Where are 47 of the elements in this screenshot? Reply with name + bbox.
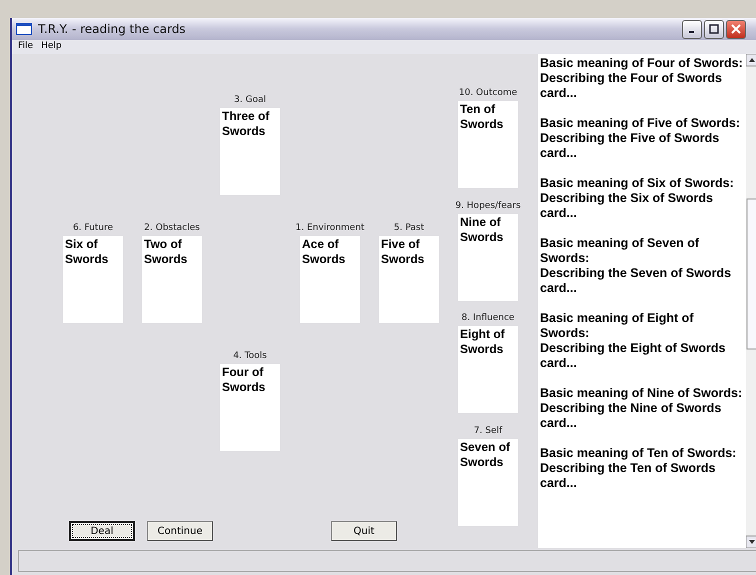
minimize-button[interactable] — [682, 20, 702, 38]
tarot-card: Five of Swords — [379, 236, 439, 323]
meaning-heading: Basic meaning of Five of Swords: — [540, 116, 742, 131]
menu-item[interactable]: Help — [39, 41, 64, 54]
tarot-card: Two of Swords — [142, 236, 202, 323]
position-label: 5. Past — [394, 223, 424, 233]
position-label: 3. Goal — [234, 95, 266, 105]
close-button[interactable] — [726, 20, 746, 38]
tarot-card: Six of Swords — [63, 236, 123, 323]
meaning-text: Describing the Eight of Swords card... — [540, 341, 726, 371]
meaning-text: Describing the Ten of Swords card... — [540, 461, 716, 491]
position-label: 1. Environment — [296, 223, 364, 233]
deal-button[interactable]: Deal — [69, 521, 135, 541]
window-icon — [16, 23, 32, 35]
position-label: 9. Hopes/fears — [455, 201, 521, 211]
position-label: 6. Future — [72, 223, 114, 233]
tarot-card: Three of Swords — [220, 108, 280, 195]
meaning-text: Describing the Four of Swords card... — [540, 71, 723, 101]
meaning-text: Describing the Six of Swords card... — [540, 191, 714, 221]
scrollbar[interactable] — [746, 54, 756, 548]
menu-item[interactable]: File — [16, 41, 36, 54]
maximize-button[interactable] — [704, 20, 724, 38]
tarot-card: Four of Swords — [220, 364, 280, 451]
meaning-heading: Basic meaning of Six of Swords: — [540, 176, 735, 191]
meaning-text: Describing the Nine of Swords card... — [540, 401, 722, 431]
meaning-text: Describing the Seven of Swords card... — [540, 266, 732, 296]
position-label: 8. Influence — [462, 313, 514, 323]
tarot-card: Seven of Swords — [458, 439, 518, 526]
position-label: 10. Outcome — [458, 88, 518, 98]
close-icon — [731, 24, 741, 34]
tarot-card: Eight of Swords — [458, 326, 518, 413]
position-label: 4. Tools — [233, 351, 267, 361]
meaning-heading: Basic meaning of Four of Swords: — [540, 56, 744, 71]
tarot-card: Ace of Swords — [300, 236, 360, 323]
position-label: 7. Self — [474, 426, 502, 436]
meaning-heading: Basic meaning of Seven of Swords: — [540, 236, 700, 266]
tarot-card: Ten of Swords — [458, 101, 518, 188]
meaning-heading: Basic meaning of Eight of Swords: — [540, 311, 694, 341]
meaning-heading: Basic meaning of Ten of Swords: — [540, 446, 738, 461]
continue-button[interactable]: Continue — [147, 521, 213, 541]
quit-button[interactable]: Quit — [331, 521, 397, 541]
meaning-heading: Basic meaning of Nine of Swords: — [540, 386, 744, 401]
tarot-card: Nine of Swords — [458, 214, 518, 301]
window-title: T.R.Y. - reading the cards — [38, 22, 186, 36]
maximize-icon — [709, 24, 719, 34]
position-label: 2. Obstacles — [144, 223, 200, 233]
meaning-text: Describing the Five of Swords card... — [540, 131, 720, 161]
